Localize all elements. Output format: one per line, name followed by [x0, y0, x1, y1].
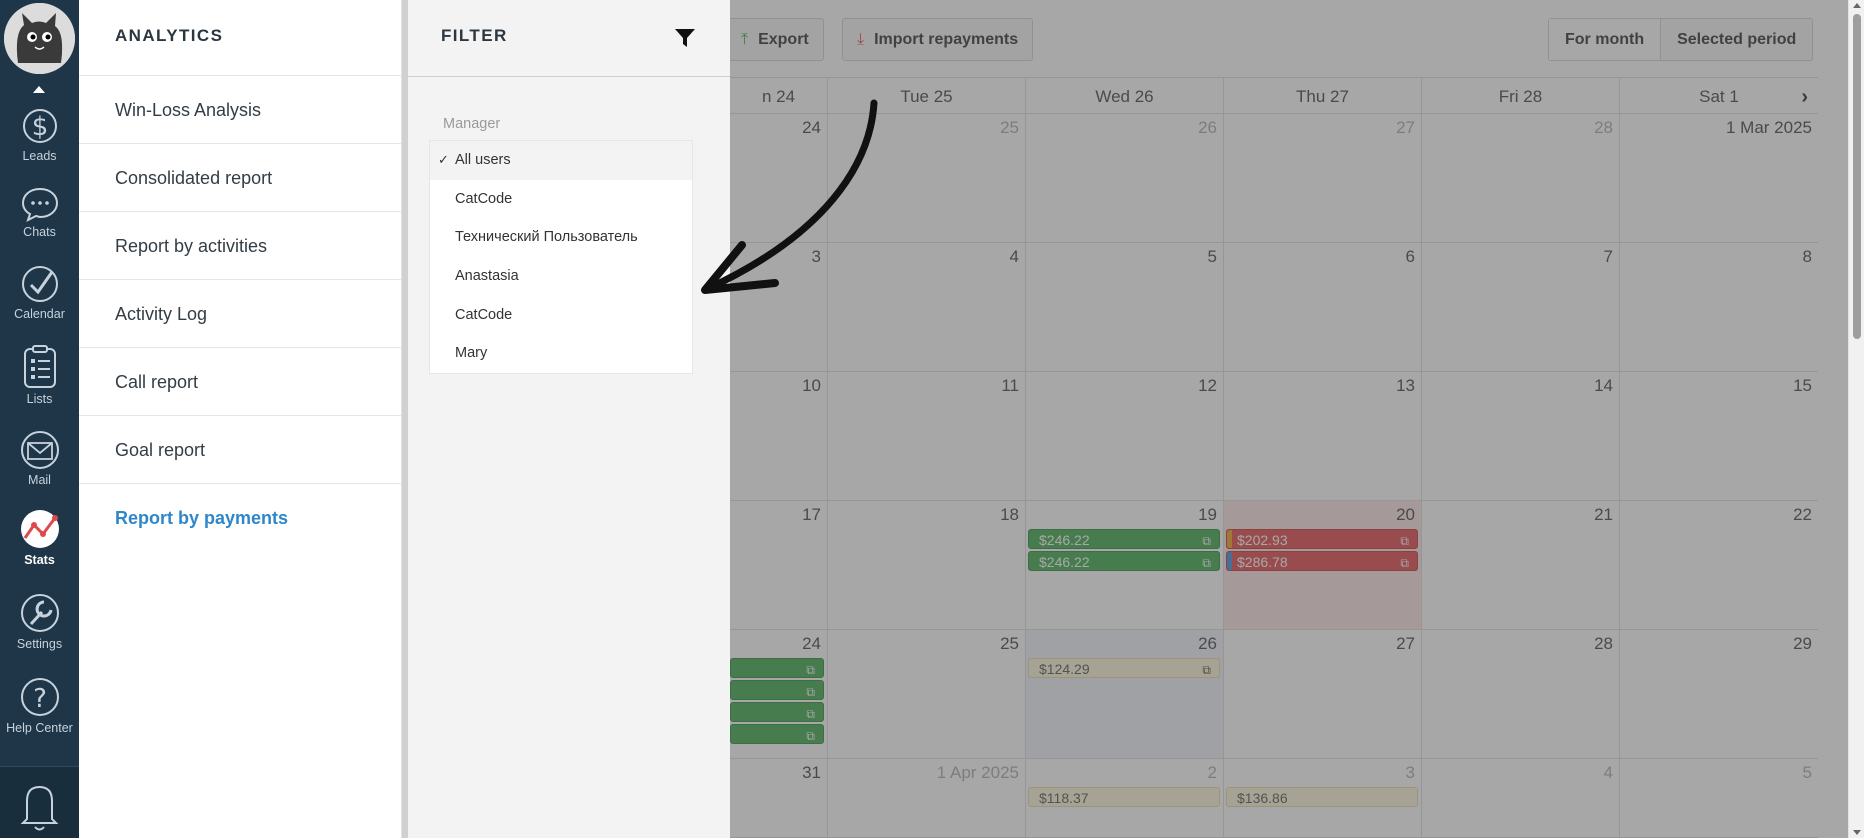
nav-item-calendar[interactable]: Calendar	[0, 264, 79, 336]
funnel-icon[interactable]	[674, 27, 696, 49]
nav-item-chats[interactable]: Chats	[0, 186, 79, 258]
scroll-down-icon[interactable]	[1853, 830, 1861, 835]
manager-option[interactable]: ✓ All users	[430, 141, 692, 180]
manager-list: ✓ All users CatCode Технический Пользоват…	[429, 140, 693, 375]
menu-item-win-loss-analysis[interactable]: Win-Loss Analysis	[79, 76, 401, 144]
avatar[interactable]	[4, 3, 75, 74]
svg-text:?: ?	[33, 684, 47, 714]
filter-title: FILTER	[441, 26, 508, 45]
manager-option[interactable]: Anastasia	[430, 257, 692, 296]
menu-item-call-report[interactable]: Call report	[79, 348, 401, 416]
chat-bubble-icon	[21, 187, 58, 222]
manager-option[interactable]: Технический Пользователь	[430, 218, 692, 257]
menu-item-goal-report[interactable]: Goal report	[79, 416, 401, 484]
wrench-icon	[20, 594, 59, 632]
nav-item-leads[interactable]: $ Leads	[0, 100, 79, 172]
check-icon: ✓	[438, 152, 449, 167]
nav-item-help-center[interactable]: ? Help Center	[0, 676, 79, 748]
scrollbar-thumb[interactable]	[1853, 14, 1861, 339]
nav-item-settings[interactable]: Settings	[0, 592, 79, 664]
nav-item-mail[interactable]: Mail	[0, 430, 79, 502]
menu-item-report-by-activities[interactable]: Report by activities	[79, 212, 401, 280]
manager-option[interactable]: CatCode	[430, 296, 692, 335]
menu-item-report-by-payments[interactable]: Report by payments	[79, 484, 401, 552]
nav-item-lists[interactable]: Lists	[0, 345, 79, 417]
scroll-up-icon[interactable]	[1853, 3, 1861, 8]
bell-icon	[20, 785, 59, 831]
filter-panel: FILTER Manager ✓ All users CatCode Технич…	[408, 0, 730, 838]
main-nav: $ Leads Chats Calendar Lists Mail Stats …	[0, 0, 79, 838]
list-clipboard-icon	[23, 345, 56, 388]
envelope-icon	[20, 431, 59, 469]
manager-label: Manager	[443, 116, 501, 132]
page-scrollbar[interactable]	[1848, 0, 1864, 838]
nav-item-stats[interactable]: Stats	[0, 508, 79, 580]
manager-option[interactable]: Mary	[430, 334, 692, 373]
stats-chart-icon	[20, 510, 59, 548]
question-circle-icon: ?	[20, 678, 59, 716]
checkmark-circle-icon	[21, 266, 58, 302]
scroll-up-icon[interactable]	[33, 86, 45, 93]
filter-header: FILTER	[408, 0, 730, 77]
analytics-menu: ANALYTICS Win-Loss Analysis Consolidated…	[79, 0, 402, 838]
menu-item-consolidated-report[interactable]: Consolidated report	[79, 144, 401, 212]
menu-item-activity-log[interactable]: Activity Log	[79, 280, 401, 348]
pointer-arrow-icon	[701, 99, 878, 294]
dollar-icon: $	[22, 109, 57, 143]
notifications-button[interactable]	[0, 766, 79, 838]
svg-text:$: $	[31, 112, 48, 142]
analytics-title: ANALYTICS	[79, 0, 401, 76]
manager-option[interactable]: CatCode	[430, 180, 692, 219]
